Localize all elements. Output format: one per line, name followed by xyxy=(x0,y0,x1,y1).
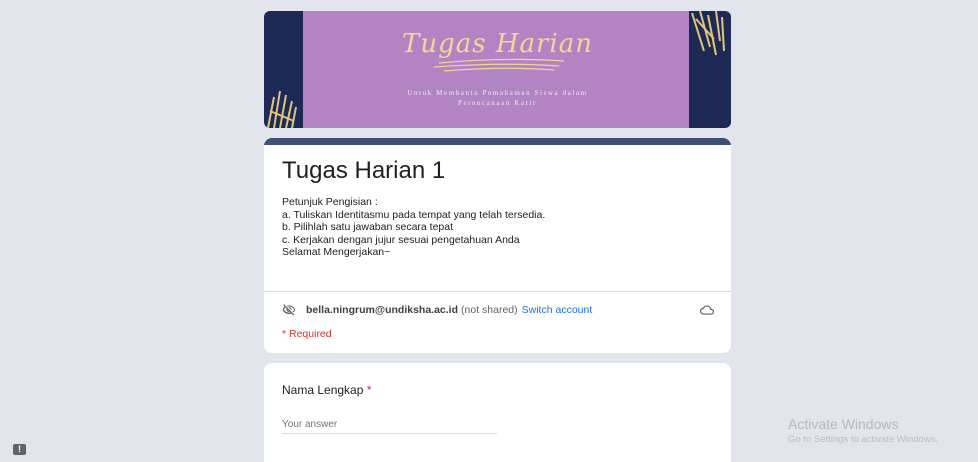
question-card: Nama Lengkap * xyxy=(264,363,731,462)
account-email: bella.ningrum@undiksha.ac.id xyxy=(306,304,459,316)
form-page: Tugas Harian Untuk Membantu Pemahaman Si… xyxy=(0,0,978,462)
description-line: c. Kerjakan dengan jujur sesuai pengetah… xyxy=(282,233,520,246)
form-description: Petunjuk Pengisian : a. Tuliskan Identit… xyxy=(282,196,545,259)
banner-subtitle-line2: Perencanaan Karir xyxy=(457,99,538,107)
required-star: * xyxy=(366,383,372,397)
card-accent-bar xyxy=(264,138,731,145)
question-text: Nama Lengkap xyxy=(282,383,364,397)
switch-account-link[interactable]: Switch account xyxy=(522,304,593,316)
not-shared-label: (not shared) xyxy=(461,304,518,316)
divider xyxy=(264,291,731,292)
description-line: Petunjuk Pengisian : xyxy=(282,196,378,208)
answer-input[interactable] xyxy=(282,419,497,434)
account-row: bella.ningrum@undiksha.ac.id (not shared… xyxy=(282,302,714,318)
description-line: b. Pilihlah satu jawaban secara tepat xyxy=(282,221,454,233)
form-title: Tugas Harian 1 xyxy=(282,157,446,184)
header-banner-image: Tugas Harian Untuk Membantu Pemahaman Si… xyxy=(264,11,731,128)
question-label: Nama Lengkap * xyxy=(282,383,371,397)
description-line: Selamat Mengerjakan~ xyxy=(282,246,391,258)
activate-windows-subtitle: Go to Settings to activate Windows. xyxy=(788,434,938,445)
cloud-icon[interactable] xyxy=(700,303,714,317)
description-line: a. Tuliskan Identitasmu pada tempat yang… xyxy=(282,208,546,221)
banner-subtitle-line1: Untuk Membantu Pemahaman Siswa dalam xyxy=(407,89,588,97)
eye-off-icon xyxy=(282,303,296,317)
form-header-card: Tugas Harian 1 Petunjuk Pengisian : a. T… xyxy=(264,138,731,353)
required-note: * Required xyxy=(282,328,332,340)
banner-title: Tugas Harian xyxy=(401,29,593,59)
activate-windows-title: Activate Windows xyxy=(788,416,899,432)
feedback-icon[interactable]: ! xyxy=(13,444,26,455)
